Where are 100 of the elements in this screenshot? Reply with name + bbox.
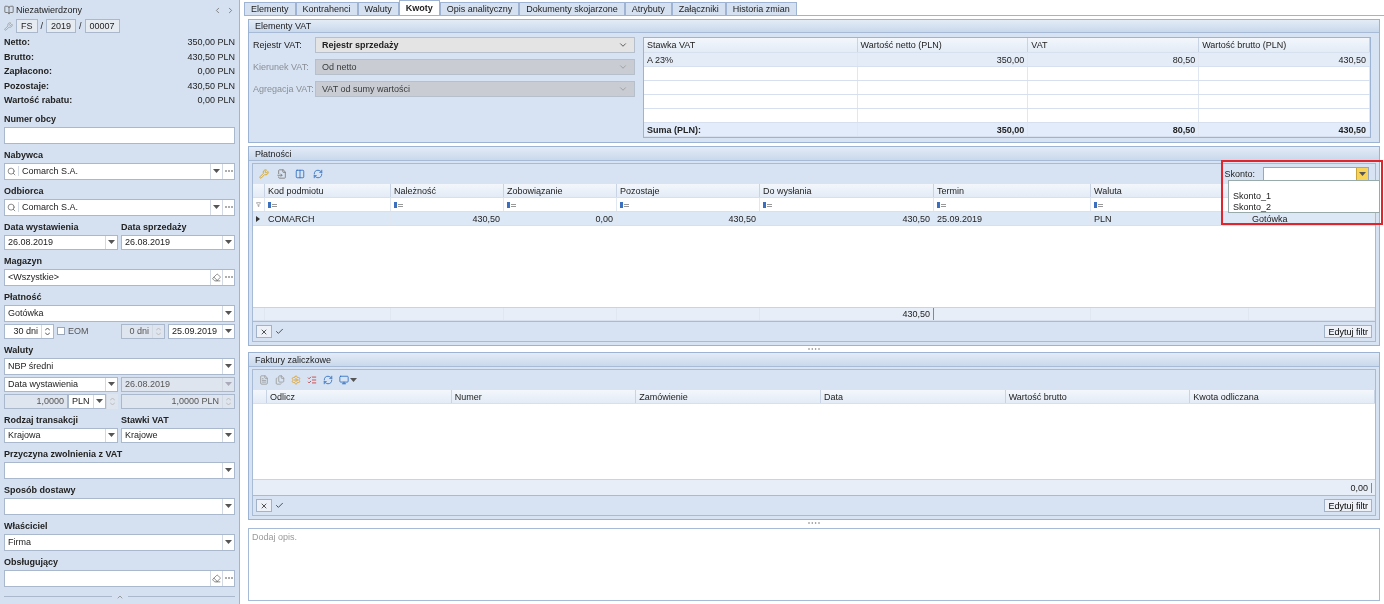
text-field[interactable] <box>4 126 235 144</box>
tab[interactable]: Załączniki <box>671 2 726 15</box>
column-header[interactable]: Wartość brutto <box>1005 390 1191 403</box>
column-header[interactable]: Należność <box>391 184 504 197</box>
clear-filter-button[interactable] <box>256 325 272 338</box>
column-header[interactable]: Data <box>821 390 1006 403</box>
dropdown-button[interactable] <box>1356 168 1368 180</box>
dropdown-button[interactable] <box>222 324 234 338</box>
dropdown-button[interactable] <box>222 462 234 478</box>
document-icon[interactable] <box>277 169 287 179</box>
column-header[interactable]: Numer <box>451 390 637 403</box>
separator: / <box>40 21 44 31</box>
field-label: Obsługujący <box>4 556 59 567</box>
dropdown-field[interactable]: Krajowa <box>4 427 118 443</box>
text-filter-icon[interactable] <box>268 201 278 208</box>
table-cell: 80,50 <box>1028 53 1200 66</box>
dropdown-field[interactable]: Data wystawienia <box>4 376 118 392</box>
dropdown-option[interactable]: Skonto_2 <box>1229 201 1379 212</box>
edit-filter-button[interactable]: Edytuj filtr <box>1324 499 1372 512</box>
refresh-icon[interactable] <box>313 169 323 179</box>
tab[interactable]: Kwoty <box>398 0 440 15</box>
column-header[interactable]: Do wysłania <box>760 184 934 197</box>
date-field[interactable]: 25.09.2019 <box>168 323 235 339</box>
columns-icon[interactable] <box>295 169 305 179</box>
clear-filter-button[interactable] <box>256 499 272 512</box>
currency-dropdown[interactable]: PLN <box>68 393 106 409</box>
wrench-icon[interactable] <box>4 21 13 31</box>
dropdown-button[interactable] <box>93 394 105 408</box>
checklist-icon[interactable] <box>307 375 317 385</box>
number-segment[interactable]: 2019 <box>46 19 77 33</box>
gear-icon[interactable] <box>291 375 301 385</box>
description-field[interactable]: Dodaj opis. <box>248 528 1380 601</box>
summary-label: Zapłacono: <box>4 66 52 77</box>
dropdown-button[interactable] <box>222 235 234 249</box>
next-icon[interactable] <box>226 5 235 15</box>
document-icon[interactable] <box>259 375 269 385</box>
dropdown-button[interactable] <box>222 428 234 442</box>
tab[interactable]: Opis analityczny <box>439 2 520 15</box>
refresh-icon[interactable] <box>323 375 333 385</box>
dropdown-field[interactable]: NBP średni <box>4 357 235 375</box>
dropdown-button[interactable] <box>105 428 117 442</box>
text-filter-icon[interactable] <box>937 201 947 208</box>
check-icon[interactable] <box>275 501 284 510</box>
lookup-field[interactable]: Comarch S.A. <box>4 198 235 216</box>
previous-icon[interactable] <box>213 5 222 15</box>
close-icon <box>260 327 268 336</box>
dropdown-button[interactable] <box>105 235 117 249</box>
tab[interactable]: Atrybuty <box>624 2 672 15</box>
dropdown-field[interactable]: Gotówka <box>4 304 235 322</box>
column-header[interactable]: Pozostaje <box>617 184 760 197</box>
dropdown-button[interactable] <box>105 377 117 391</box>
dropdown-button[interactable] <box>222 498 234 514</box>
dropdown-field[interactable]: Firma <box>4 533 235 551</box>
column-header[interactable]: Termin <box>934 184 1091 197</box>
edit-filter-button[interactable]: Edytuj filtr <box>1324 325 1372 338</box>
table-row[interactable]: COMARCH 430,50 0,00 430,50 430,50 25.09.2019 PLN Gotówka <box>253 212 1375 226</box>
tab[interactable]: Kontrahenci <box>295 2 358 15</box>
dropdown-button[interactable] <box>210 163 222 179</box>
text-filter-icon[interactable] <box>763 201 773 208</box>
column-header[interactable]: Kod podmiotu <box>265 184 391 197</box>
column-header[interactable]: Zamówienie <box>636 390 821 403</box>
skonto-dropdown[interactable] <box>1263 167 1369 181</box>
tab[interactable]: Dokumenty skojarzone <box>519 2 625 15</box>
days-spin-field[interactable]: 30 dni <box>4 323 54 339</box>
tab[interactable]: Historia zmian <box>725 2 797 15</box>
clear-button[interactable] <box>210 269 222 285</box>
more-button[interactable] <box>222 570 234 586</box>
text-filter-icon[interactable] <box>394 201 404 208</box>
dropdown-field[interactable]: 26.08.2019 <box>121 234 235 250</box>
text-filter-icon[interactable] <box>1094 201 1104 208</box>
wrench-icon[interactable] <box>259 169 269 179</box>
lookup-field[interactable] <box>4 569 235 587</box>
text-filter-icon[interactable] <box>507 201 517 208</box>
monitor-icon[interactable] <box>339 375 349 385</box>
dropdown-field[interactable]: 26.08.2019 <box>4 234 118 250</box>
check-icon[interactable] <box>275 327 284 336</box>
column-header[interactable]: Zobowiązanie <box>504 184 617 197</box>
tab[interactable]: Waluty <box>357 2 399 15</box>
dropdown-field[interactable]: Rejestr sprzedaży <box>315 37 635 53</box>
lookup-field[interactable]: Comarch S.A. <box>4 162 235 180</box>
dropdown-button[interactable] <box>210 199 222 215</box>
spin-button[interactable] <box>41 324 53 338</box>
dropdown-button[interactable] <box>222 534 234 550</box>
dropdown-field[interactable] <box>4 497 235 515</box>
tab[interactable]: Elementy <box>244 2 296 15</box>
lookup-field[interactable]: <Wszystkie> <box>4 268 235 286</box>
dropdown-field[interactable] <box>4 461 235 479</box>
header-corner <box>253 184 265 197</box>
dropdown-button[interactable] <box>222 358 234 374</box>
more-button[interactable] <box>222 269 234 285</box>
eom-checkbox[interactable] <box>57 327 65 336</box>
text-filter-icon[interactable] <box>620 201 630 208</box>
number-segment[interactable]: FS <box>16 19 38 33</box>
documents-icon[interactable] <box>275 375 285 385</box>
clear-button[interactable] <box>210 570 222 586</box>
dropdown-field[interactable]: Krajowe <box>121 427 235 443</box>
column-header[interactable]: Odlicz <box>267 390 452 403</box>
dropdown-button[interactable] <box>222 305 234 321</box>
number-segment[interactable]: 00007 <box>84 19 120 33</box>
column-header[interactable]: Kwota odliczana <box>1190 390 1375 403</box>
